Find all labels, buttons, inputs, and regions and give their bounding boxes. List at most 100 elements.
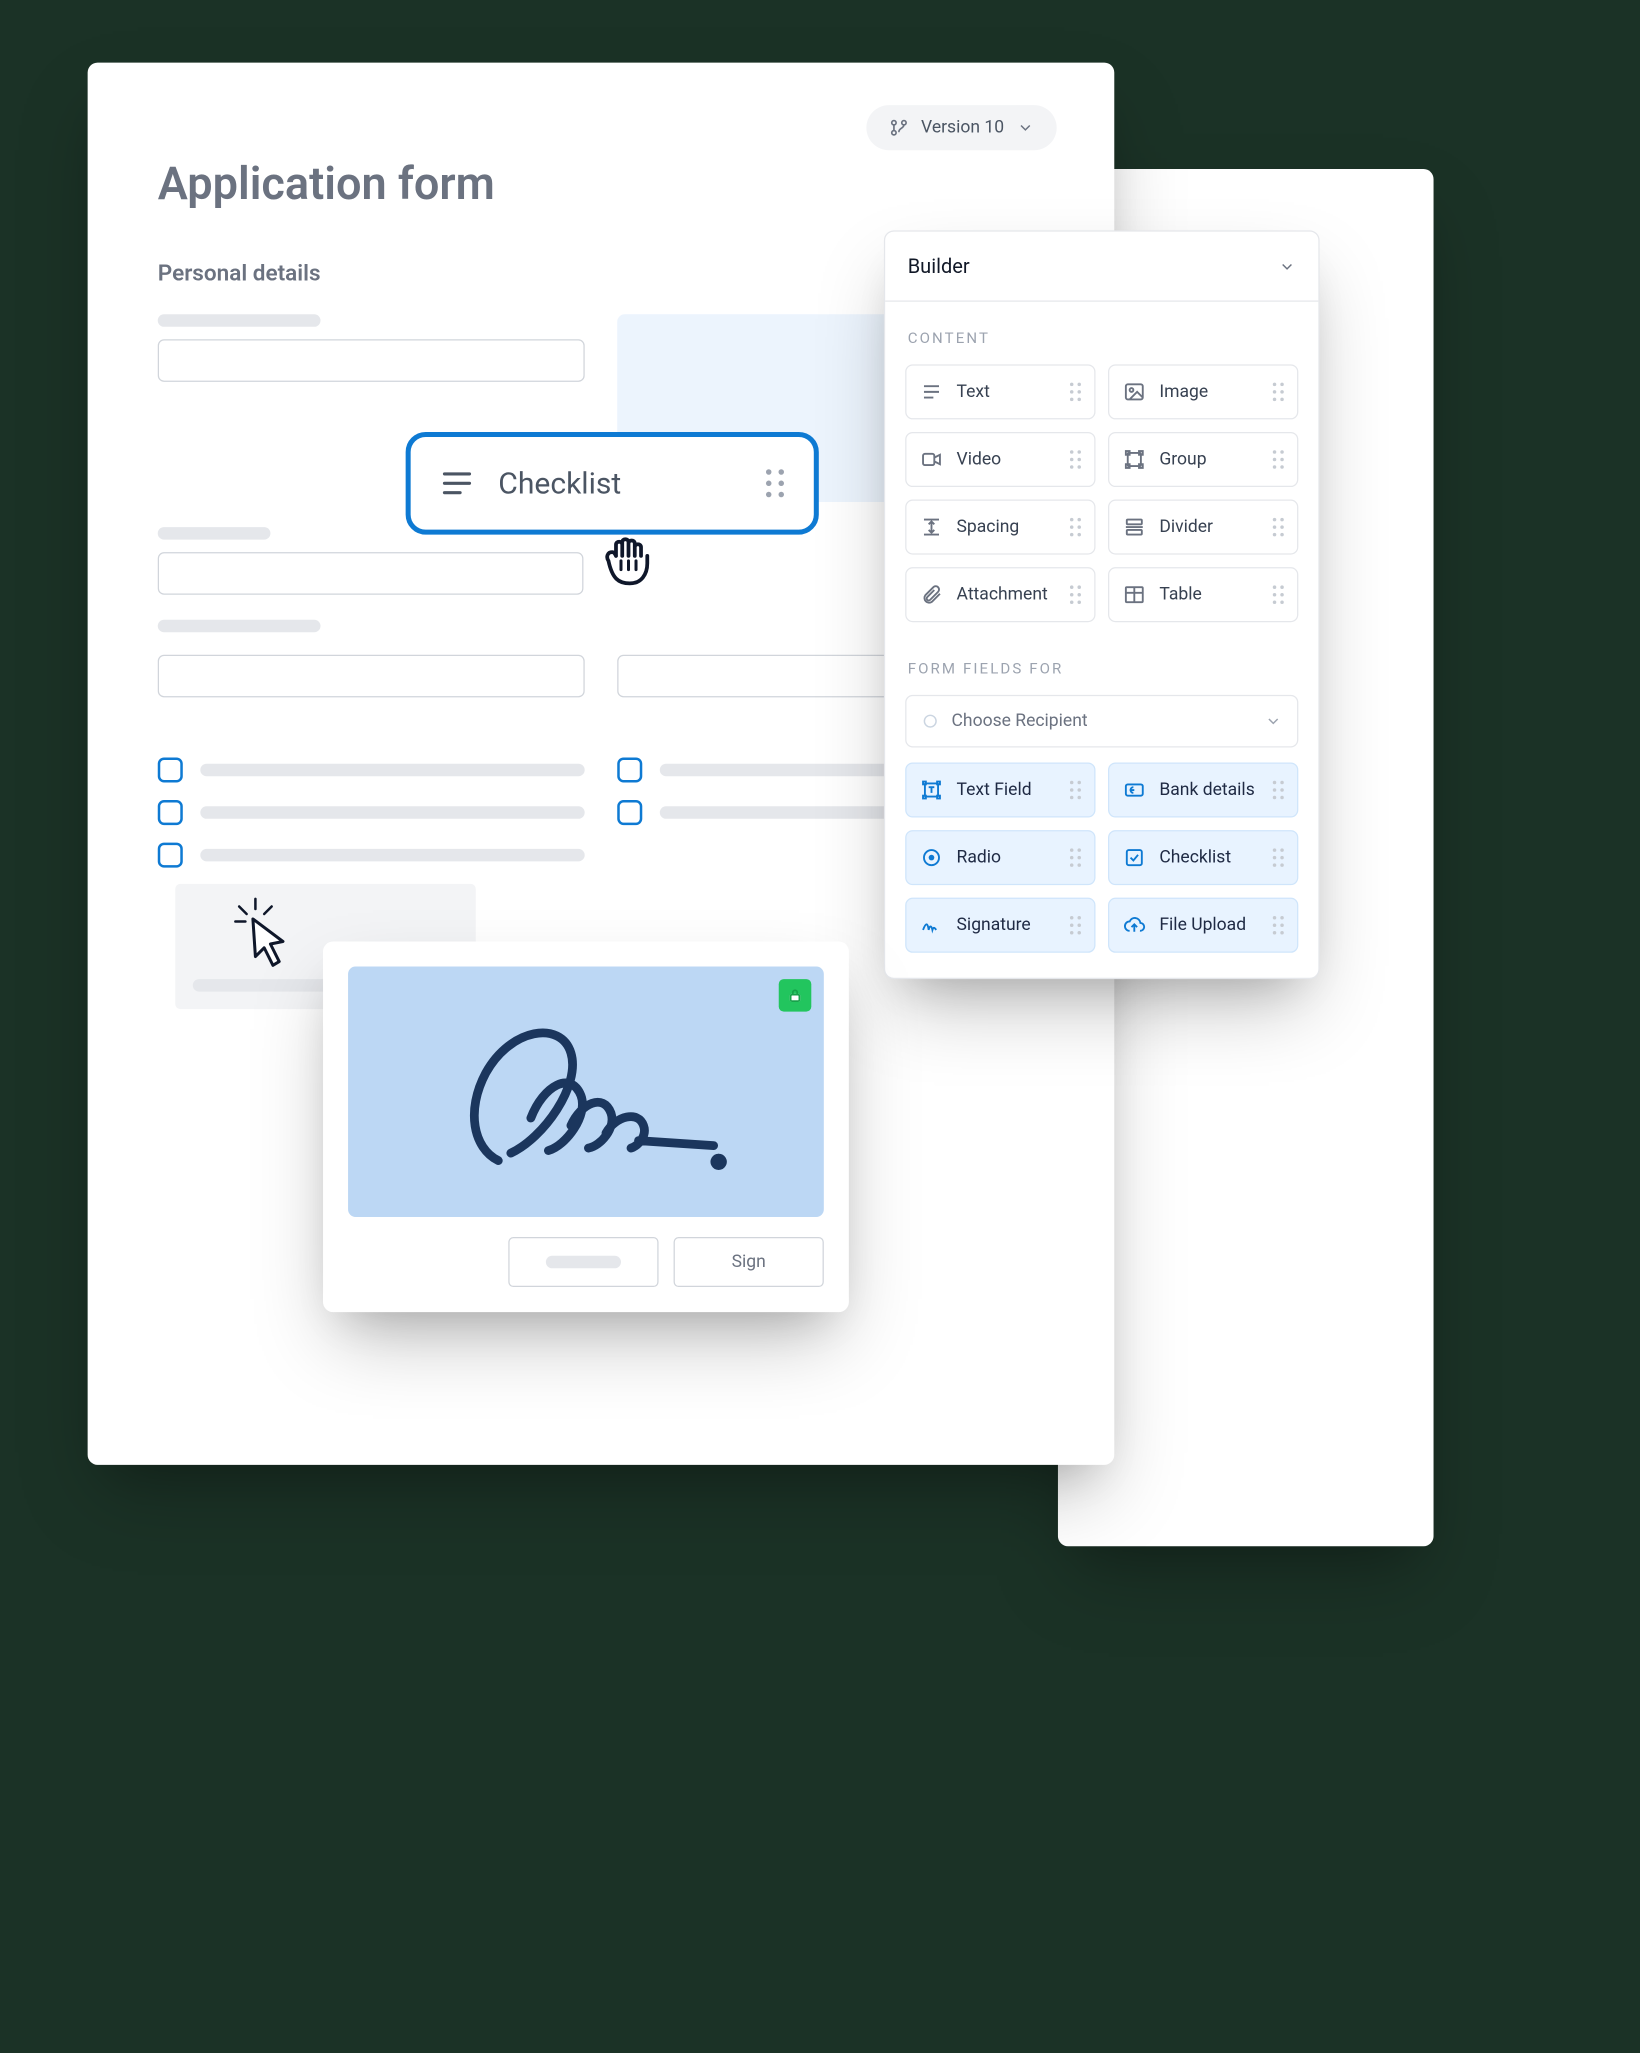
checklist-text-placeholder: [200, 849, 584, 862]
drag-grip-icon: [1069, 382, 1082, 402]
spacing-icon: [919, 516, 944, 539]
drag-grip-icon: [1272, 915, 1285, 935]
recipient-select[interactable]: Choose Recipient: [905, 695, 1298, 748]
drag-grip-icon: [1272, 780, 1285, 800]
radio-empty-icon: [921, 712, 939, 730]
signature-pad[interactable]: [348, 967, 824, 1217]
field-tile-checklist[interactable]: Checklist: [1108, 830, 1298, 885]
drag-grip-icon: [1069, 848, 1082, 868]
tile-label: Attachment: [957, 585, 1048, 605]
tile-label: Divider: [1159, 517, 1213, 537]
checkbox-icon: [158, 800, 183, 825]
drag-grip-icon: [1069, 780, 1082, 800]
checkbox-icon: [158, 757, 183, 782]
tile-label: Spacing: [957, 517, 1020, 537]
checklist-item[interactable]: [158, 843, 585, 868]
drag-grip-icon: [1069, 915, 1082, 935]
click-cursor-icon: [233, 896, 296, 969]
tile-label: File Upload: [1159, 915, 1246, 935]
signature-card: Sign: [323, 942, 849, 1313]
secondary-button[interactable]: [508, 1237, 658, 1287]
signature-icon: [919, 914, 944, 937]
image-icon: [1122, 381, 1147, 404]
check-icon: [1122, 846, 1147, 869]
text-field-icon: [919, 779, 944, 802]
chevron-down-icon: [1265, 712, 1283, 730]
page-title: Application form: [158, 158, 1044, 211]
drag-grip-icon: [1069, 585, 1082, 605]
divider-icon: [1122, 516, 1147, 539]
field-label-placeholder: [158, 527, 271, 540]
tile-label: Text: [957, 382, 990, 402]
builder-subhead-form-fields: FORM FIELDS FOR: [908, 660, 1296, 678]
sign-button[interactable]: Sign: [674, 1237, 824, 1287]
content-tile-image[interactable]: Image: [1108, 364, 1298, 419]
field-tile-bank-details[interactable]: Bank details: [1108, 762, 1298, 817]
text-input[interactable]: [158, 552, 583, 595]
text-lines-icon: [919, 381, 944, 404]
content-tile-video[interactable]: Video: [905, 432, 1095, 487]
dragged-field-label: Checklist: [498, 466, 621, 501]
content-tile-table[interactable]: Table: [1108, 567, 1298, 622]
checkbox-icon: [617, 757, 642, 782]
tile-label: Video: [957, 449, 1002, 469]
sign-button-label: Sign: [732, 1252, 766, 1272]
field-tile-radio[interactable]: Radio: [905, 830, 1095, 885]
version-selector[interactable]: Version 10: [866, 105, 1057, 150]
field-tile-text-field[interactable]: Text Field: [905, 762, 1095, 817]
checklist-item[interactable]: [158, 757, 585, 782]
field-tile-file-upload[interactable]: File Upload: [1108, 898, 1298, 953]
checkbox-icon: [617, 800, 642, 825]
builder-toggle[interactable]: Builder: [885, 232, 1318, 302]
checklist-item[interactable]: [158, 800, 585, 825]
dragged-field-checklist[interactable]: Checklist: [406, 432, 819, 535]
drag-grip-icon: [1272, 517, 1285, 537]
text-input[interactable]: [158, 655, 585, 698]
tile-label: Radio: [957, 848, 1001, 868]
signature-glyph: [423, 998, 749, 1186]
content-tile-group[interactable]: Group: [1108, 432, 1298, 487]
drag-grip-icon: [1069, 449, 1082, 469]
tile-label: Table: [1159, 585, 1201, 605]
tile-label: Text Field: [957, 780, 1032, 800]
content-tile-divider[interactable]: Divider: [1108, 500, 1298, 555]
attachment-icon: [919, 583, 944, 606]
tile-label: Signature: [957, 915, 1031, 935]
drag-grip-icon: [1272, 382, 1285, 402]
recipient-placeholder: Choose Recipient: [952, 711, 1088, 731]
builder-subhead-content: CONTENT: [908, 329, 1296, 347]
tile-label: Image: [1159, 382, 1208, 402]
content-tile-spacing[interactable]: Spacing: [905, 500, 1095, 555]
version-label: Version 10: [921, 118, 1004, 138]
table-icon: [1122, 583, 1147, 606]
tile-label: Group: [1159, 449, 1206, 469]
drag-grip-icon: [1272, 449, 1285, 469]
group-icon: [1122, 448, 1147, 471]
content-tile-attachment[interactable]: Attachment: [905, 567, 1095, 622]
text-lines-icon: [438, 464, 476, 502]
field-label-placeholder: [158, 620, 321, 633]
drag-grip-icon: [1069, 517, 1082, 537]
text-input[interactable]: [158, 339, 585, 382]
upload-icon: [1122, 914, 1147, 937]
button-label-placeholder: [546, 1256, 621, 1269]
radio-icon: [919, 846, 944, 869]
checklist-text-placeholder: [200, 764, 584, 777]
checkbox-icon: [158, 843, 183, 868]
drag-grip-icon: [1272, 848, 1285, 868]
lock-icon: [779, 979, 812, 1012]
branch-icon: [888, 118, 908, 138]
drag-grip-icon: [1272, 585, 1285, 605]
chevron-down-icon: [1278, 257, 1296, 275]
field-label-placeholder: [158, 314, 321, 327]
field-tile-signature[interactable]: Signature: [905, 898, 1095, 953]
chevron-down-icon: [1017, 119, 1035, 137]
content-tile-text[interactable]: Text: [905, 364, 1095, 419]
drag-grip-icon: [764, 467, 787, 500]
builder-title: Builder: [908, 254, 970, 278]
video-icon: [919, 448, 944, 471]
checklist-text-placeholder: [200, 806, 584, 819]
builder-panel: Builder CONTENT Text Image: [884, 230, 1320, 979]
bank-icon: [1122, 779, 1147, 802]
grab-cursor-icon: [596, 528, 666, 591]
